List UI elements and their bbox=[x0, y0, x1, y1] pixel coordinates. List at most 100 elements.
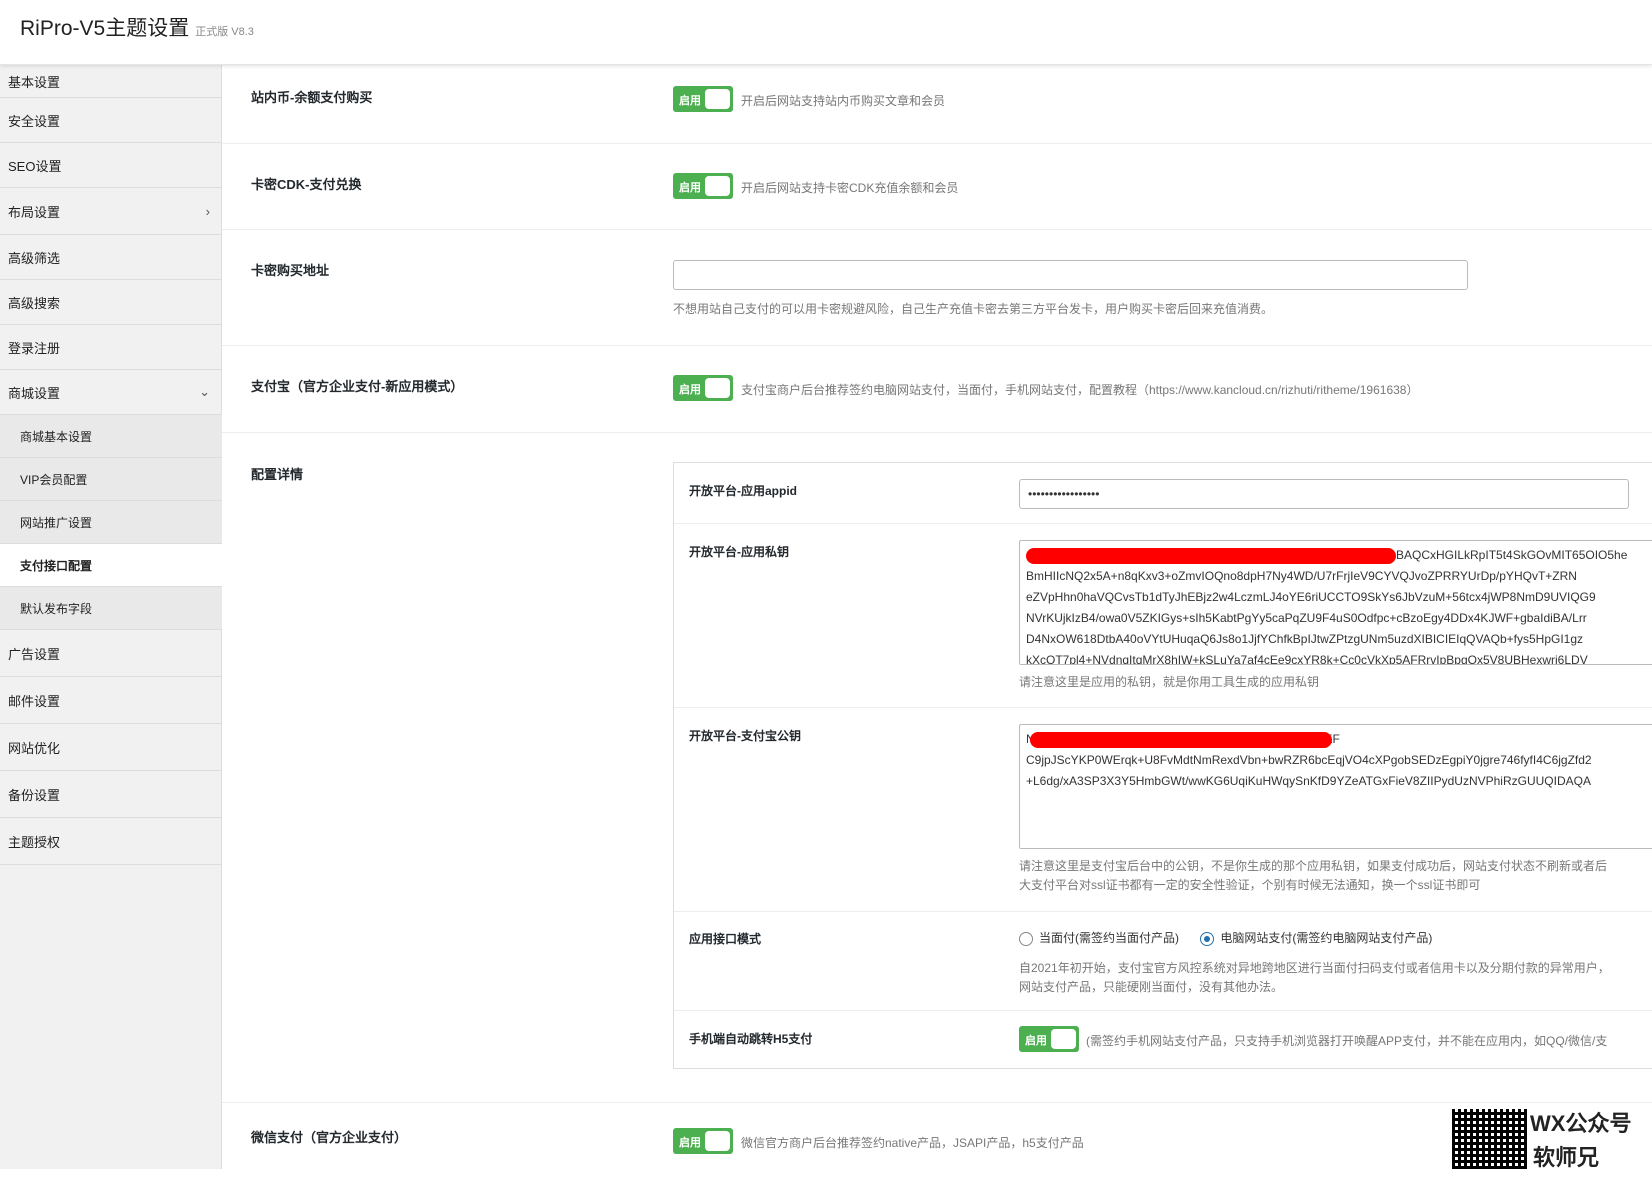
public-key-textarea[interactable]: N KCAQEAnsoIf6IMOPuh8UqLeXwzUwHTPP+BeIT8… bbox=[1019, 724, 1652, 849]
sidebar-subitem-payment[interactable]: 支付接口配置 bbox=[0, 544, 222, 587]
textarea-line: BmHIIcNQ2x5A+n8qKxv3+oZmvIOQno8dpH7Ny4WD… bbox=[1026, 569, 1577, 583]
toggle-on-label: 启用 bbox=[679, 384, 701, 396]
row-cdk: 卡密CDK-支付兑换 启用 开启后网站支持卡密CDK充值余额和会员 bbox=[222, 144, 1652, 230]
row-desc: 开启后网站支持卡密CDK充值余额和会员 bbox=[741, 181, 959, 195]
sidebar-item-shop[interactable]: 商城设置 ⌄ bbox=[0, 370, 222, 415]
chevron-down-icon: ⌄ bbox=[199, 384, 210, 399]
textarea-line: C9jpJScYKP0WErqk+U8FvMdtNmRexdVbn+bwRZR6… bbox=[1026, 753, 1592, 767]
detail-row-public-key: 开放平台-支付宝公钥 N KCAQEAnsoIf6IMOPuh8UqLeXwzU… bbox=[674, 708, 1652, 912]
sidebar-item-basic[interactable]: 基本设置 bbox=[0, 65, 222, 98]
sidebar-subitem-promo[interactable]: 网站推广设置 bbox=[0, 501, 222, 544]
row-desc: 不想用站自己支付的可以用卡密规避风险，自己生产充值卡密去第三方平台发卡，用户购买… bbox=[673, 302, 1274, 316]
detail-hint: 网站支付产品，只能硬刚当面付，没有其他办法。 bbox=[1019, 980, 1284, 994]
textarea-line: NVrKUjkIzB4/owa0V5ZKIGys+sIh5KabtPgYy5ca… bbox=[1026, 611, 1587, 625]
cdk-url-input[interactable] bbox=[673, 260, 1468, 290]
sidebar-subitem-vip[interactable]: VIP会员配置 bbox=[0, 458, 222, 501]
sidebar-item-filter[interactable]: 高级筛选 bbox=[0, 235, 222, 280]
sidebar-item-license[interactable]: 主题授权 bbox=[0, 818, 222, 865]
sidebar-item-layout[interactable]: 布局设置 › bbox=[0, 188, 222, 235]
sidebar-item-mail[interactable]: 邮件设置 bbox=[0, 677, 222, 724]
page-title: RiPro-V5主题设置 正式版 V8.3 bbox=[20, 12, 254, 42]
sidebar-subitem-label: 商城基本设置 bbox=[20, 429, 93, 444]
textarea-line: kXcOT7pl4+NVdnqItqMrX8hIW+kSLuYa7af4cEe9… bbox=[1026, 653, 1588, 665]
sidebar-item-backup[interactable]: 备份设置 bbox=[0, 771, 222, 818]
textarea-line: eZVpHhn0haVQCvsTb1dTyJhEBjz2w4LczmLJ4oYE… bbox=[1026, 590, 1596, 604]
appid-input[interactable]: ••••••••••••••••• bbox=[1019, 479, 1629, 509]
detail-hint: 请注意这里是支付宝后台中的公钥，不是你生成的那个应用私钥，如果支付成功后，网站支… bbox=[1019, 859, 1608, 873]
detail-row-mode: 应用接口模式 当面付(需签约当面付产品) 电脑网站支付(需签约电脑网站支付产品)… bbox=[674, 912, 1652, 1011]
toggle-knob bbox=[705, 176, 730, 196]
detail-row-appid: 开放平台-应用appid ••••••••••••••••• bbox=[674, 463, 1652, 524]
sidebar-item-login[interactable]: 登录注册 bbox=[0, 325, 222, 370]
redaction-mark bbox=[1030, 732, 1332, 748]
toggle-on-label: 启用 bbox=[679, 1137, 701, 1149]
toggle-on-label: 启用 bbox=[679, 182, 701, 194]
toggle-knob bbox=[705, 89, 730, 109]
sidebar-item-label: 网站优化 bbox=[8, 740, 61, 756]
detail-label: 应用接口模式 bbox=[689, 932, 762, 946]
detail-row-h5: 手机端自动跳转H5支付 启用 (需签约手机网站支付产品，只支持手机浏览器打开唤醒… bbox=[674, 1011, 1652, 1069]
row-label: 卡密购买地址 bbox=[251, 263, 330, 278]
wechat-toggle[interactable]: 启用 bbox=[673, 1128, 733, 1154]
watermark-line2: 软师兄 bbox=[1533, 1145, 1600, 1170]
watermark-line1: WX公众号 bbox=[1530, 1111, 1632, 1136]
top-header: RiPro-V5主题设置 正式版 V8.3 bbox=[0, 0, 1652, 65]
detail-label: 手机端自动跳转H5支付 bbox=[689, 1032, 813, 1046]
title-text: RiPro-V5主题设置 bbox=[20, 17, 190, 40]
textarea-line: D4NxOW618DtbA40oVYtUHuqaQ6Js8o1JjfYChfkB… bbox=[1026, 632, 1584, 646]
version-badge: 正式版 V8.3 bbox=[195, 26, 254, 38]
detail-hint: 自2021年初开始，支付宝官方风控系统对异地跨地区进行当面付扫码支付或者信用卡以… bbox=[1019, 961, 1610, 975]
sidebar-item-label: 高级筛选 bbox=[8, 250, 61, 266]
sidebar-item-ads[interactable]: 广告设置 bbox=[0, 630, 222, 677]
sidebar-item-label: 主题授权 bbox=[8, 834, 61, 850]
radio-label: 当面付(需签约当面付产品) bbox=[1039, 931, 1179, 945]
textarea-line: +L6dg/xA3SP3X3Y5HmbGWt/wwKG6UqiKuHWqySnK… bbox=[1026, 774, 1591, 788]
sidebar-subitem-default-fields[interactable]: 默认发布字段 bbox=[0, 587, 222, 630]
row-desc: 微信官方商户后台推荐签约native产品，JSAPI产品，h5支付产品 bbox=[741, 1136, 1084, 1150]
sidebar-item-label: 广告设置 bbox=[8, 646, 61, 662]
row-label: 配置详情 bbox=[251, 467, 304, 482]
mode-option-facepay[interactable]: 当面付(需签约当面付产品) bbox=[1019, 931, 1179, 946]
toggle-knob bbox=[1051, 1029, 1076, 1049]
mode-option-pc[interactable]: 电脑网站支付(需签约电脑网站支付产品) bbox=[1200, 931, 1432, 946]
chevron-right-icon: › bbox=[205, 203, 210, 219]
detail-row-private-key: 开放平台-应用私钥 BAQCxHGILkRpIT5t4SkGOvMIT65OIO… bbox=[674, 524, 1652, 708]
row-desc: 支付宝商户后台推荐签约电脑网站支付，当面付，手机网站支付，配置教程（https:… bbox=[741, 383, 1419, 397]
alipay-toggle[interactable]: 启用 bbox=[673, 375, 733, 401]
sidebar-item-label: 登录注册 bbox=[8, 340, 61, 356]
detail-hint: 大支付平台对ssl证书都有一定的安全性验证，个别有时候无法通知，换一个ssl证书… bbox=[1019, 878, 1481, 892]
row-balance: 站内币-余额支付购买 启用 开启后网站支持站内币购买文章和会员 bbox=[222, 65, 1652, 144]
toggle-on-label: 启用 bbox=[1025, 1035, 1047, 1047]
sidebar-item-seo[interactable]: SEO设置 bbox=[0, 143, 222, 188]
sidebar-item-search[interactable]: 高级搜索 bbox=[0, 280, 222, 325]
config-detail-panel: 开放平台-应用appid ••••••••••••••••• 开放平台-应用私钥… bbox=[673, 462, 1652, 1069]
sidebar-item-label: 基本设置 bbox=[8, 74, 61, 90]
toggle-knob bbox=[705, 1131, 730, 1151]
row-cdk-url: 卡密购买地址 不想用站自己支付的可以用卡密规避风险，自己生产充值卡密去第三方平台… bbox=[222, 230, 1652, 346]
private-key-textarea[interactable]: BAQCxHGILkRpIT5t4SkGOvMIT65OIO5he BmHIIc… bbox=[1019, 540, 1652, 665]
row-desc: 开启后网站支持站内币购买文章和会员 bbox=[741, 94, 946, 108]
settings-sidebar: 基本设置 安全设置 SEO设置 布局设置 › 高级筛选 高级搜索 登录注册 商城设… bbox=[0, 65, 222, 1169]
row-alipay: 支付宝（官方企业支付-新应用模式） 启用 支付宝商户后台推荐签约电脑网站支付，当… bbox=[222, 346, 1652, 433]
sidebar-subitem-label: 网站推广设置 bbox=[20, 515, 93, 530]
radio-button-selected[interactable] bbox=[1200, 931, 1215, 946]
sidebar-subitem-shop-basic[interactable]: 商城基本设置 bbox=[0, 415, 222, 458]
radio-button[interactable] bbox=[1019, 931, 1033, 946]
sidebar-item-label: 高级搜索 bbox=[8, 295, 61, 311]
row-label: 微信支付（官方企业支付） bbox=[251, 1130, 408, 1145]
h5-toggle[interactable]: 启用 bbox=[1019, 1026, 1079, 1052]
sidebar-subitem-label: 默认发布字段 bbox=[20, 601, 93, 616]
detail-desc: (需签约手机网站支付产品，只支持手机浏览器打开唤醒APP支付，并不能在应用内，如… bbox=[1086, 1034, 1608, 1048]
row-label: 支付宝（官方企业支付-新应用模式） bbox=[251, 379, 464, 394]
sidebar-item-label: 商城设置 bbox=[8, 385, 61, 401]
detail-label: 开放平台-应用私钥 bbox=[689, 545, 789, 559]
toggle-on-label: 启用 bbox=[679, 95, 701, 107]
balance-toggle[interactable]: 启用 bbox=[673, 86, 733, 112]
toggle-knob bbox=[705, 378, 730, 398]
sidebar-item-label: 邮件设置 bbox=[8, 693, 61, 709]
cdk-toggle[interactable]: 启用 bbox=[673, 173, 733, 199]
row-label: 卡密CDK-支付兑换 bbox=[251, 177, 362, 192]
sidebar-item-optimize[interactable]: 网站优化 bbox=[0, 724, 222, 771]
redaction-mark bbox=[1026, 548, 1396, 564]
sidebar-item-security[interactable]: 安全设置 bbox=[0, 98, 222, 143]
